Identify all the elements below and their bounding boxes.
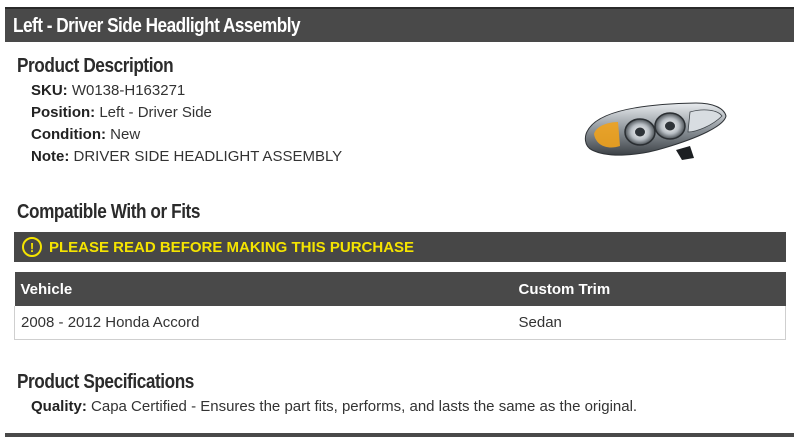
vehicle-column-header: Vehicle	[14, 272, 513, 306]
headlight-image	[584, 102, 727, 160]
note-label: Note:	[31, 148, 70, 165]
product-specifications-heading: Product Specifications	[17, 371, 194, 393]
note-value: DRIVER SIDE HEADLIGHT ASSEMBLY	[73, 148, 343, 165]
table-row: 2008 - 2012 Honda Accord Sedan	[14, 306, 786, 340]
compatible-heading: Compatible With or Fits	[17, 201, 200, 223]
position-line: Position: Left - Driver Side	[31, 104, 212, 121]
fitment-table: Vehicle Custom Trim 2008 - 2012 Honda Ac…	[14, 272, 786, 340]
product-description-heading: Product Description	[17, 55, 174, 77]
vehicle-cell: 2008 - 2012 Honda Accord	[14, 306, 513, 340]
table-header-row: Vehicle Custom Trim	[14, 272, 786, 306]
condition-value: New	[110, 126, 141, 143]
quality-line: Quality: Capa Certified - Ensures the pa…	[31, 398, 637, 415]
purchase-notice: ! PLEASE READ BEFORE MAKING THIS PURCHAS…	[14, 232, 786, 262]
custom-trim-column-header: Custom Trim	[512, 272, 786, 306]
note-line: Note: DRIVER SIDE HEADLIGHT ASSEMBLY	[31, 148, 342, 165]
trim-cell: Sedan	[512, 306, 786, 340]
position-label: Position:	[31, 104, 96, 121]
bottom-divider	[5, 433, 794, 437]
sku-value: W0138-H163271	[71, 82, 186, 99]
exclamation-circle-icon: !	[22, 237, 42, 257]
condition-line: Condition: New	[31, 126, 140, 143]
position-value: Left - Driver Side	[99, 104, 212, 121]
quality-value: Capa Certified - Ensures the part fits, …	[91, 398, 638, 415]
condition-label: Condition:	[31, 126, 106, 143]
notice-text: PLEASE READ BEFORE MAKING THIS PURCHASE	[49, 238, 415, 256]
quality-label: Quality:	[31, 398, 87, 415]
title-bar: Left - Driver Side Headlight Assembly	[5, 7, 794, 42]
page-title: Left - Driver Side Headlight Assembly	[13, 15, 301, 37]
sku-line: SKU: W0138-H163271	[31, 82, 185, 99]
sku-label: SKU:	[31, 82, 68, 99]
